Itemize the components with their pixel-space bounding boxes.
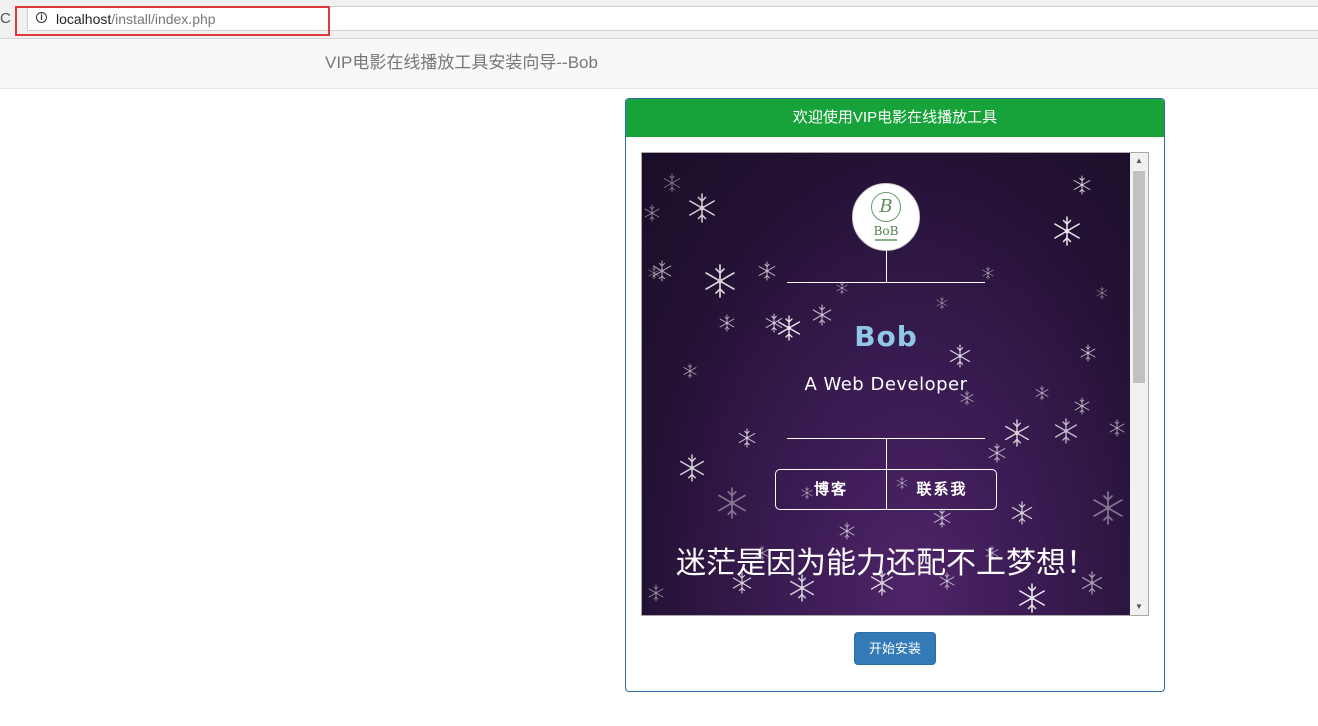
snowflake-icon [644, 204, 660, 222]
logo-text: BoB [873, 224, 899, 238]
info-icon[interactable]: i [36, 12, 47, 23]
snowflake-icon [652, 260, 672, 282]
snowflake-icon [705, 264, 735, 298]
snowflake-icon [648, 584, 664, 602]
snowflake-icon [982, 266, 994, 280]
scroll-thumb[interactable] [1133, 171, 1145, 383]
scroll-down-arrow-icon[interactable]: ▼ [1130, 599, 1148, 615]
contact-button[interactable]: 联系我 [887, 470, 997, 509]
profile-tagline: A Web Developer [804, 374, 968, 395]
motto-text: 迷茫是因为能力还配不上梦想！ [676, 547, 1096, 580]
preview-stage: B BoB Bob A Web Developer 博客 联系我 迷茫是因为能力… [642, 153, 1130, 615]
snowflake-icon [1011, 501, 1033, 525]
snowflake-icon [1005, 419, 1029, 447]
logo-underline [875, 239, 897, 241]
divider-line [787, 282, 985, 283]
snowflake-icon [988, 443, 1006, 463]
snowflake-icon [936, 296, 948, 310]
panel-heading: 欢迎使用VIP电影在线播放工具 [626, 99, 1164, 137]
snowflake-icon [836, 281, 848, 295]
snowflake-icon [1074, 397, 1090, 415]
reload-icon[interactable]: C [0, 11, 14, 27]
link-button-group: 博客 联系我 [775, 469, 997, 510]
url-text[interactable]: localhost/install/index.php [56, 10, 216, 28]
connector-line [886, 251, 887, 282]
browser-toolbar: C i localhost/install/index.php [0, 0, 1318, 39]
snowflake-icon [1096, 286, 1108, 300]
snowflake-icon [839, 522, 855, 540]
logo-mark: B [871, 192, 901, 222]
address-bar[interactable]: i localhost/install/index.php [27, 6, 1318, 31]
snowflake-icon [738, 428, 756, 448]
snowflake-icon [1054, 216, 1080, 246]
navbar-brand[interactable]: VIP电影在线播放工具安装向导--Bob [325, 53, 598, 73]
snowflake-icon [689, 193, 715, 223]
preview-frame[interactable]: B BoB Bob A Web Developer 博客 联系我 迷茫是因为能力… [641, 152, 1149, 616]
url-path: /install/index.php [111, 11, 216, 27]
scroll-up-arrow-icon[interactable]: ▲ [1130, 153, 1148, 169]
snowflake-icon [718, 487, 746, 519]
start-install-button[interactable]: 开始安装 [854, 632, 936, 665]
snowflake-icon [1073, 175, 1091, 195]
url-host: localhost [56, 11, 112, 27]
navbar: VIP电影在线播放工具安装向导--Bob [0, 39, 1318, 89]
snowflake-icon [758, 261, 776, 281]
snowflake-icon [1019, 583, 1045, 613]
snowflake-icon [680, 454, 704, 482]
snowflake-icon [1054, 418, 1078, 444]
snowflake-icon [1093, 491, 1123, 525]
profile-name: Bob [854, 320, 918, 353]
bob-logo: B BoB [852, 183, 920, 251]
snowflake-icon [663, 173, 681, 193]
connector-line [886, 438, 887, 469]
preview-scrollbar[interactable]: ▲ ▼ [1130, 153, 1148, 615]
snowflake-icon [933, 508, 951, 528]
snowflake-icon [1109, 419, 1125, 437]
blog-button[interactable]: 博客 [776, 470, 886, 509]
